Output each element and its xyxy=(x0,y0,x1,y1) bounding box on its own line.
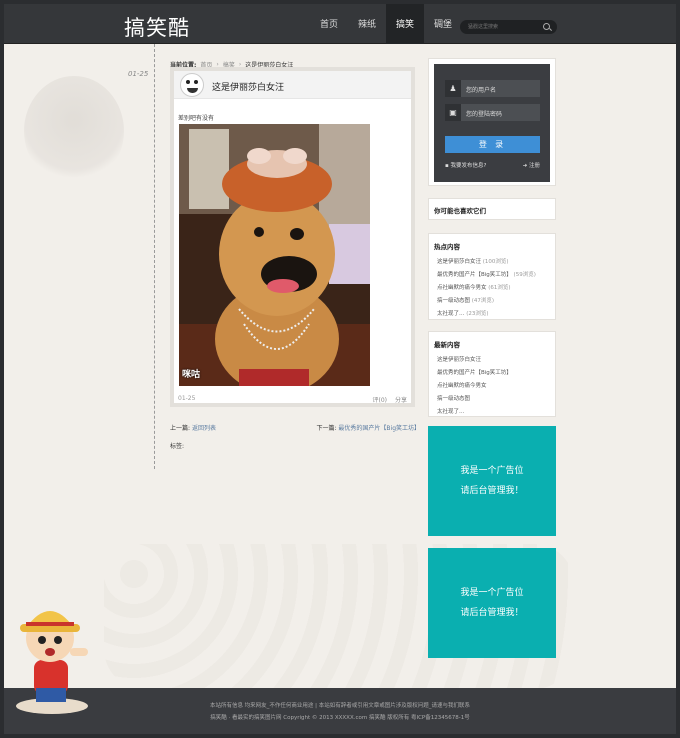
ad-line-2: 请后台管理我！ xyxy=(460,486,524,496)
hot-item-count: (100浏览) xyxy=(482,259,509,265)
list-item[interactable]: 最优秀的国产片【Big笑工坊】 xyxy=(437,367,550,380)
decorative-character-background xyxy=(24,76,124,186)
ad-line-1: 我是一个广告位 xyxy=(460,588,524,598)
article-text: 差别吧有没有 xyxy=(178,115,215,122)
list-item[interactable]: 搞一级动态图 xyxy=(437,393,550,406)
prev-post: 上一篇: 返回列表 xyxy=(170,423,216,432)
username-field[interactable]: ♟ 您的用户名 xyxy=(445,80,540,97)
search-input[interactable] xyxy=(468,22,538,32)
publish-link-label: 我要发布信息? xyxy=(450,163,487,169)
footer-copyright: 搞笑酷 · 看最实的搞笑图片网 Copyright © 2013 XXXXX.c… xyxy=(210,715,470,721)
lock-icon: ▣ xyxy=(445,104,461,121)
list-item[interactable]: 这是伊丽莎白女汪 xyxy=(437,354,550,367)
hot-item-title: 点社幽默的痛今男女 xyxy=(437,285,487,291)
prev-link[interactable]: 返回列表 xyxy=(192,425,216,432)
ad-line-1: 我是一个广告位 xyxy=(460,466,524,476)
dog-photo-illustration xyxy=(179,124,370,386)
ad-slot-2[interactable]: 我是一个广告位 请后台管理我！ xyxy=(428,548,556,658)
related-box: 你可能也喜欢它们 xyxy=(428,198,556,220)
hot-item-count: (59浏览) xyxy=(513,272,536,278)
nav-funny[interactable]: 搞笑 xyxy=(386,4,424,44)
avatar[interactable] xyxy=(180,73,204,97)
password-placeholder: 您的登陆密码 xyxy=(466,111,503,118)
hot-box: 热点内容 这是伊丽莎白女汪 (100浏览) 最优秀的国产片【Big笑工坊】 (5… xyxy=(428,233,556,320)
list-item[interactable]: 点社幽默的痛今男女 (61浏览) xyxy=(437,282,550,295)
article-actions: 评(0) 分享 xyxy=(372,395,407,404)
newest-list: 这是伊丽莎白女汪 最优秀的国产片【Big笑工坊】 点社幽默的痛今男女 搞一级动态… xyxy=(429,349,555,419)
related-title: 你可能也喜欢它们 xyxy=(434,207,486,215)
login-button[interactable]: 登 录 xyxy=(445,136,540,153)
login-form: ♟ 您的用户名 ▣ 您的登陆密码 登 录 ▪ 我要发布信息? ➜ 注册 xyxy=(434,64,550,182)
timeline-line xyxy=(154,44,164,469)
user-icon: ♟ xyxy=(445,80,461,97)
list-item[interactable]: 搞一级动态图 (47浏览) xyxy=(437,295,550,308)
cartoon-character-illustration xyxy=(16,611,88,714)
username-placeholder: 您的用户名 xyxy=(466,87,497,94)
newest-box: 最新内容 这是伊丽莎白女汪 最优秀的国产片【Big笑工坊】 点社幽默的痛今男女 … xyxy=(428,331,556,417)
article-card: 这是伊丽莎白女汪 差别吧有没有 咪咕 01-25 评(0) 分享 xyxy=(170,67,415,407)
nav-girls[interactable]: 辣纸 xyxy=(348,4,386,44)
tags-label: 标签: xyxy=(170,443,185,450)
register-link[interactable]: ➜ 注册 xyxy=(523,161,540,169)
list-item[interactable]: 太社现了… (23浏览) xyxy=(437,308,550,321)
next-link[interactable]: 最优秀的国产片【Big笑工坊】 xyxy=(338,425,420,432)
share-link[interactable]: 分享 xyxy=(395,395,407,404)
main-nav: 首页 辣纸 搞笑 碉堡 xyxy=(310,4,462,44)
image-watermark: 咪咕 xyxy=(182,370,201,380)
comment-link[interactable]: 评(0) xyxy=(372,395,387,404)
site-footer: 本站所有信息 均来网友_不作任何商业用途 | 本站如有辞者或引用文章或图片涉及版… xyxy=(4,688,676,734)
hot-title: 热点内容 xyxy=(434,243,460,251)
article-header: 这是伊丽莎白女汪 xyxy=(174,71,411,99)
next-label: 下一篇: xyxy=(316,425,337,432)
ad-slot-1[interactable]: 我是一个广告位 请后台管理我！ xyxy=(428,426,556,536)
hot-item-count: (61浏览) xyxy=(488,285,511,291)
search-box xyxy=(460,20,557,34)
hot-item-count: (47浏览) xyxy=(471,298,495,304)
password-field[interactable]: ▣ 您的登陆密码 xyxy=(445,104,540,121)
site-logo[interactable]: 搞笑酷 xyxy=(124,12,190,42)
article-title: 这是伊丽莎白女汪 xyxy=(212,83,285,93)
login-panel: ♟ 您的用户名 ▣ 您的登陆密码 登 录 ▪ 我要发布信息? ➜ 注册 xyxy=(428,58,556,186)
list-item[interactable]: 太社现了… xyxy=(437,406,550,419)
post-date: 01-25 xyxy=(128,70,149,78)
nav-awesome[interactable]: 碉堡 xyxy=(424,4,462,44)
list-item[interactable]: 最优秀的国产片【Big笑工坊】 (59浏览) xyxy=(437,269,550,282)
newest-title: 最新内容 xyxy=(434,341,460,349)
article-footer-date: 01-25 xyxy=(178,395,196,402)
ad-line-2: 请后台管理我！ xyxy=(460,608,524,618)
nav-home[interactable]: 首页 xyxy=(310,4,348,44)
hot-list: 这是伊丽莎白女汪 (100浏览) 最优秀的国产片【Big笑工坊】 (59浏览) … xyxy=(429,251,555,321)
article-image[interactable]: 咪咕 xyxy=(179,124,370,386)
list-item[interactable]: 这是伊丽莎白女汪 (100浏览) xyxy=(437,256,550,269)
next-post: 下一篇: 最优秀的国产片【Big笑工坊】 xyxy=(316,423,420,432)
hot-item-title: 这是伊丽莎白女汪 xyxy=(437,259,482,265)
footer-disclaimer: 本站所有信息 均来网友_不作任何商业用途 | 本站如有辞者或引用文章或图片涉及版… xyxy=(209,703,471,709)
publish-link[interactable]: ▪ 我要发布信息? xyxy=(445,161,486,169)
hot-item-title: 太社现了… xyxy=(437,311,465,317)
prev-label: 上一篇: xyxy=(170,425,191,432)
hot-item-title: 搞一级动态图 xyxy=(437,298,471,304)
list-item[interactable]: 点社幽默的痛今男女 xyxy=(437,380,550,393)
top-header: 搞笑酷 首页 辣纸 搞笑 碉堡 xyxy=(4,4,676,44)
hot-item-count: (23浏览) xyxy=(466,311,489,317)
hot-item-title: 最优秀的国产片【Big笑工坊】 xyxy=(437,272,512,278)
search-icon[interactable] xyxy=(543,23,550,30)
page: 搞笑酷 首页 辣纸 搞笑 碉堡 01-25 当前位置: 首页 › 搞笑 › 这是… xyxy=(4,4,676,734)
register-link-label: 注册 xyxy=(528,163,540,169)
